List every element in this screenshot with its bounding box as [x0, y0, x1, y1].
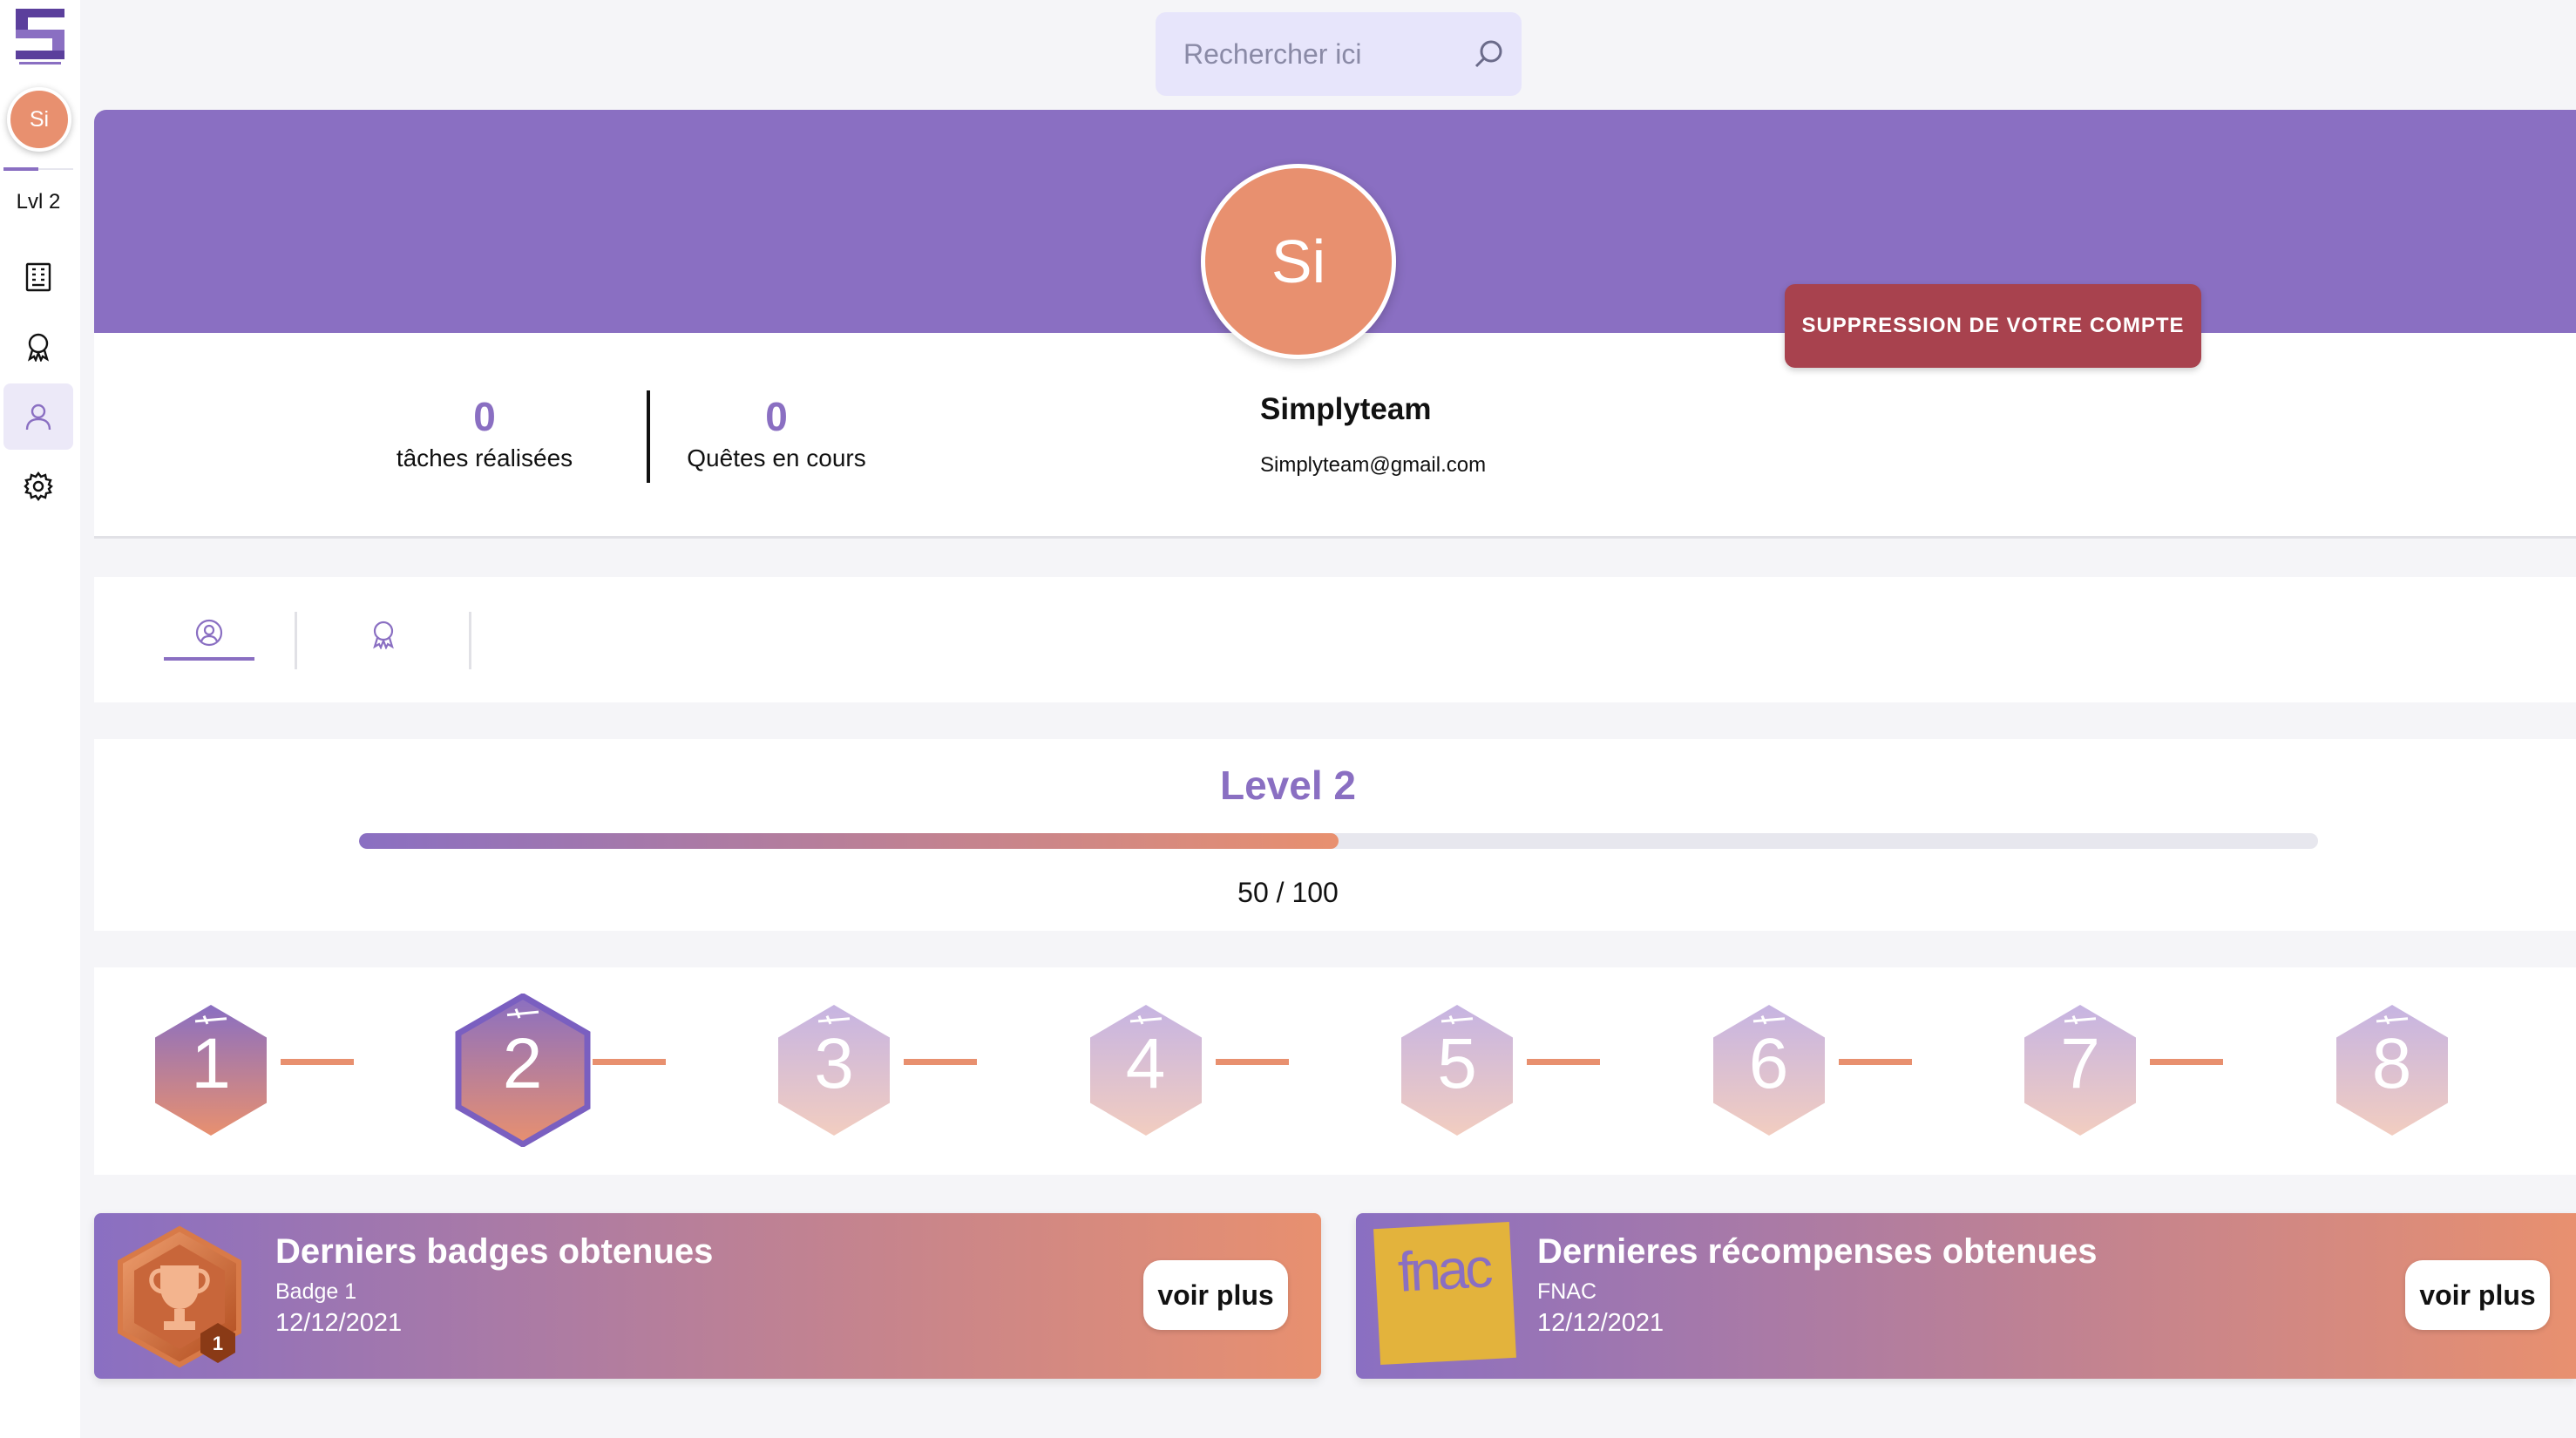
level-connector: [592, 1059, 666, 1065]
stat-quests-ongoing-label: Quêtes en cours: [687, 444, 866, 471]
level-number: 7: [2060, 1024, 2100, 1103]
profile-tabs: [94, 577, 2576, 702]
level-hexagon-6[interactable]: 6: [1710, 1002, 1828, 1138]
level-hexagon-4[interactable]: 4: [1087, 1002, 1205, 1138]
level-hexagon-3[interactable]: 3: [775, 1002, 893, 1138]
latest-badges-title: Derniers badges obtenues: [275, 1232, 714, 1271]
tab-separator: [295, 612, 297, 669]
level-number: 5: [1437, 1024, 1477, 1103]
sidebar-item-profile[interactable]: [3, 383, 73, 450]
level-hexagon-2[interactable]: 2: [455, 992, 591, 1149]
gear-icon: [24, 471, 53, 501]
stat-quests-ongoing-value: 0: [765, 394, 788, 439]
stat-quests-ongoing: 0 Quêtes en cours: [637, 394, 916, 472]
level-hexagon-1[interactable]: 1: [152, 1002, 270, 1138]
level-progress-text: 50 / 100: [1237, 877, 1339, 908]
tab-profile[interactable]: [164, 608, 254, 661]
user-email: Simplyteam@gmail.com: [1260, 453, 1487, 477]
tab-separator: [469, 612, 471, 669]
level-number: 3: [814, 1024, 854, 1103]
search-input[interactable]: [1183, 37, 1445, 71]
level-hexagon-8[interactable]: 8: [2333, 1002, 2451, 1138]
simply-team-logo[interactable]: [14, 7, 66, 68]
level-number: 8: [2371, 1024, 2412, 1103]
level-progress-fill: [359, 833, 1339, 849]
level-number: 4: [1125, 1024, 1166, 1103]
sidebar-item-settings[interactable]: [3, 453, 73, 519]
profile-avatar[interactable]: Si: [1201, 164, 1396, 359]
stat-tasks-done: 0 tâches réalisées: [345, 394, 624, 472]
level-progress-bar: [359, 833, 2318, 849]
latest-badge-date: 12/12/2021: [275, 1309, 403, 1337]
badge-number: 1: [213, 1333, 223, 1354]
delete-account-button[interactable]: SUPPRESSION DE VOTRE COMPTE: [1785, 284, 2201, 368]
stat-tasks-done-label: tâches réalisées: [396, 444, 573, 471]
fnac-logo: fnac: [1373, 1222, 1516, 1365]
search-icon[interactable]: [1471, 37, 1506, 71]
stat-tasks-done-value: 0: [473, 394, 496, 439]
latest-reward-date: 12/12/2021: [1537, 1309, 1664, 1337]
trophy-badge-icon: 1: [118, 1225, 241, 1368]
sidebar-item-company[interactable]: [3, 244, 73, 310]
level-connector: [1215, 1059, 1289, 1065]
badge-icon: [27, 333, 50, 362]
user-name: Simplyteam: [1260, 392, 1432, 426]
level-connector: [1527, 1059, 1600, 1065]
latest-rewards-title: Dernieres récompenses obtenues: [1537, 1232, 2098, 1271]
level-connector: [904, 1059, 977, 1065]
level-progress-mini: [3, 167, 38, 171]
fnac-logo-text: fnac: [1396, 1236, 1491, 1304]
user-circle-icon: [195, 619, 223, 647]
level-connector: [1838, 1059, 1912, 1065]
badges-see-more-button[interactable]: voir plus: [1143, 1260, 1288, 1330]
sidebar-avatar[interactable]: Si: [7, 87, 71, 152]
user-icon: [25, 404, 51, 431]
latest-reward-name: FNAC: [1537, 1279, 1597, 1304]
level-hexagon-5[interactable]: 5: [1398, 1002, 1516, 1138]
level-connector: [2150, 1059, 2223, 1065]
latest-badge-name: Badge 1: [275, 1279, 357, 1304]
level-card: Level 2 50 / 100: [94, 739, 2576, 931]
level-connector: [281, 1059, 354, 1065]
sidebar-item-badges[interactable]: [3, 314, 73, 380]
building-icon: [25, 262, 51, 292]
sidebar-level-label: Lvl 2: [16, 190, 61, 214]
level-progress-mini-track: [38, 168, 73, 170]
latest-badges-card: 1 Derniers badges obtenues Badge 1 12/12…: [94, 1213, 1321, 1379]
badge-icon: [373, 621, 394, 649]
levels-roadmap: 1 2 3 4 5 6 7 8: [94, 967, 2576, 1175]
level-number: 6: [1748, 1024, 1789, 1103]
level-title: Level 2: [1220, 763, 1356, 808]
sidebar: Si Lvl 2: [0, 0, 80, 1438]
tab-badges[interactable]: [338, 608, 429, 661]
latest-rewards-card: fnac Dernieres récompenses obtenues FNAC…: [1356, 1213, 2576, 1379]
rewards-see-more-button[interactable]: voir plus: [2405, 1260, 2550, 1330]
level-number: 2: [502, 1024, 543, 1103]
level-number: 1: [191, 1024, 231, 1103]
search-bar[interactable]: [1156, 12, 1522, 96]
level-hexagon-7[interactable]: 7: [2021, 1002, 2139, 1138]
